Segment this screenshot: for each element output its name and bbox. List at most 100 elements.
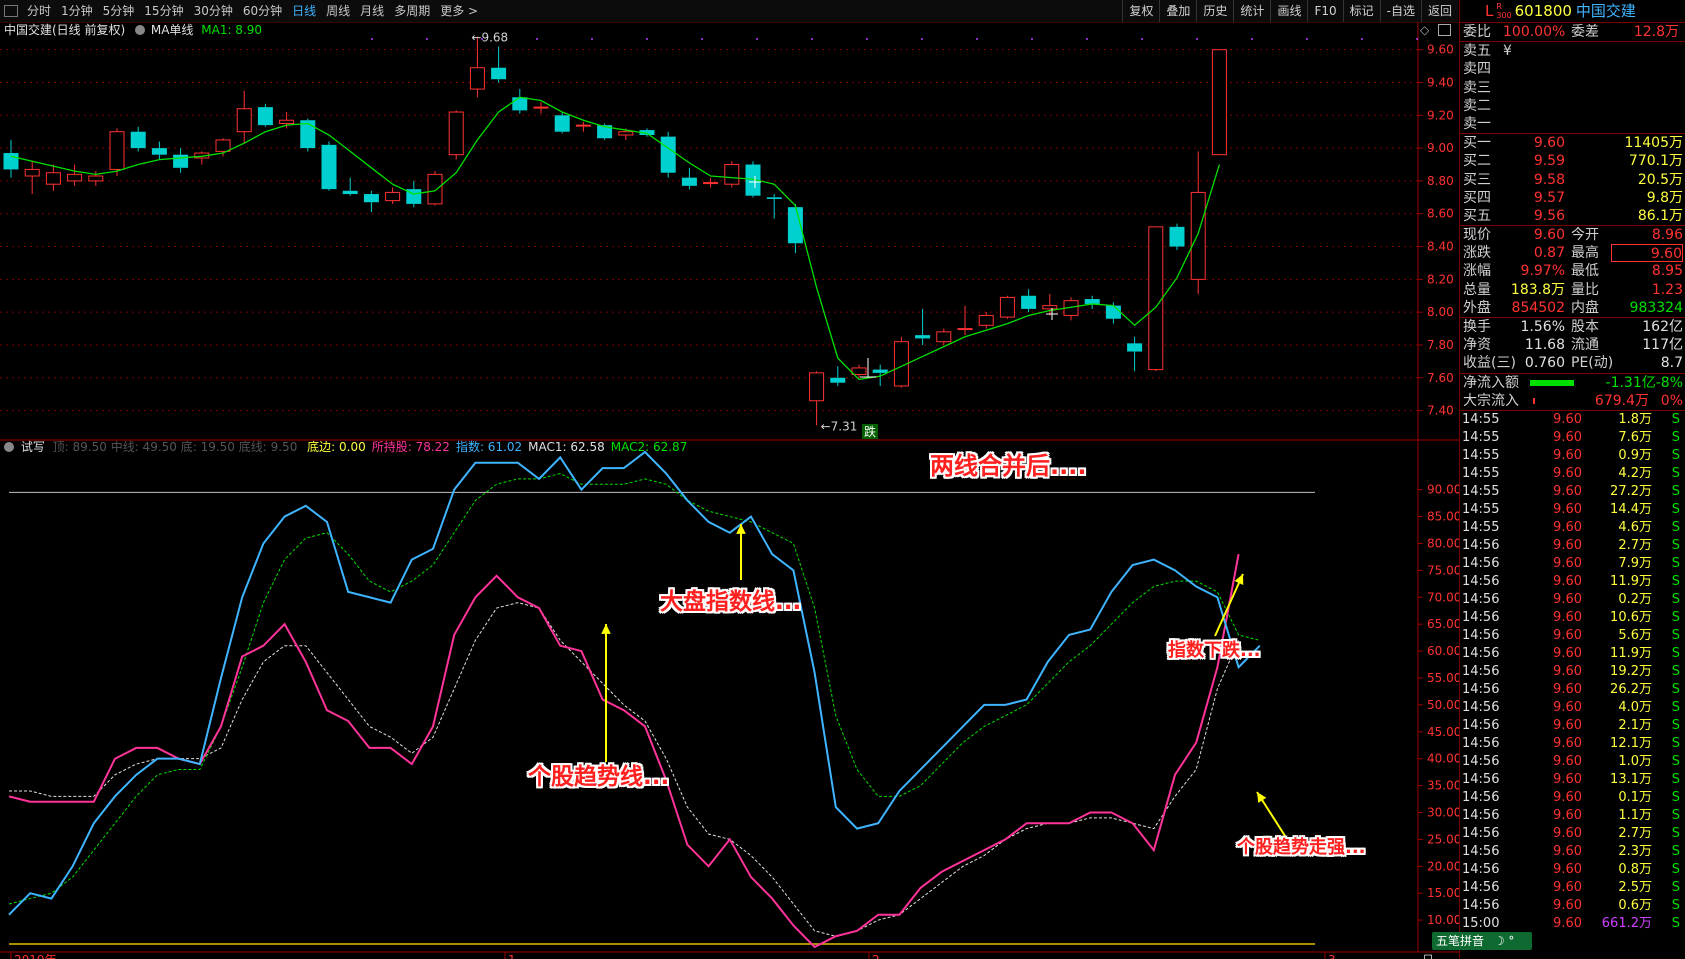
- toolbar-button-8[interactable]: 返回: [1420, 0, 1458, 22]
- period-tab-10[interactable]: 更多 >: [435, 0, 483, 22]
- buy-volume: 9.8万: [1646, 189, 1683, 206]
- tick-price: 9.60: [1553, 465, 1582, 481]
- stat-row: 涨幅 9.97% 最低 8.95: [1460, 262, 1685, 280]
- stat-value: 183.8万: [1510, 281, 1565, 298]
- sell-volume: [1543, 79, 1683, 97]
- stat-label: 内盘: [1571, 299, 1599, 316]
- period-tab-0[interactable]: 分时: [22, 0, 56, 22]
- tick-row: 14:56 9.60 12.1万 S: [1460, 735, 1685, 753]
- period-tab-7[interactable]: 周线: [321, 0, 355, 22]
- toolbar-button-0[interactable]: 复权: [1122, 0, 1159, 22]
- ime-indicator[interactable]: 五笔拼音 ☽ °: [1432, 932, 1532, 950]
- price-tick-label: 7.80: [1427, 338, 1454, 352]
- sell-row: 卖五 ¥: [1460, 42, 1685, 60]
- period-tab-3[interactable]: 15分钟: [139, 0, 188, 22]
- period-tab-9[interactable]: 多周期: [389, 0, 435, 22]
- indicator-tick-label: 35.00: [1427, 779, 1459, 793]
- share-label: PE(动): [1571, 355, 1614, 372]
- tick-price: 9.60: [1553, 915, 1582, 931]
- flow-row: 净流入额 -1.31亿 -8%: [1460, 374, 1685, 392]
- candle: [1211, 49, 1227, 156]
- x-axis-label: 2019年: [14, 953, 57, 959]
- candle: [448, 110, 464, 160]
- sell-volume: [1543, 60, 1683, 78]
- signal-dot: [701, 38, 703, 40]
- buy-label: 买四: [1463, 189, 1491, 206]
- indicator-tick-label: 80.00: [1427, 536, 1459, 550]
- tick-side: S: [1671, 663, 1680, 679]
- candle: [851, 364, 867, 378]
- candle: [1021, 289, 1037, 313]
- period-tab-8[interactable]: 月线: [355, 0, 389, 22]
- price-tick-label: 8.00: [1427, 305, 1454, 319]
- stat-label: 涨跌: [1463, 245, 1491, 262]
- tick-side: S: [1671, 825, 1680, 841]
- candle: [130, 126, 146, 152]
- candle: [703, 177, 719, 188]
- tick-price: 9.60: [1553, 861, 1582, 877]
- buy-volume: 11405万: [1624, 135, 1683, 152]
- annotation-stock-trend: 个股趋势线...: [528, 764, 670, 790]
- tick-price: 9.60: [1553, 429, 1582, 445]
- tick-row: 14:56 9.60 5.6万 S: [1460, 627, 1685, 645]
- stock-name[interactable]: 中国交建: [1576, 0, 1636, 22]
- signal-dot: [1196, 38, 1198, 40]
- tick-volume: 26.2万: [1610, 681, 1652, 697]
- tick-row: 14:56 9.60 11.9万 S: [1460, 645, 1685, 663]
- stat-value: 0.87: [1533, 245, 1565, 262]
- toolbar-button-1[interactable]: 叠加: [1159, 0, 1196, 22]
- indicator-values: 底边: 0.00 所持股: 78.22 指数: 61.02 MAC1: 62.58 MA…: [301, 440, 687, 454]
- indicator-name[interactable]: 试写: [21, 440, 45, 454]
- stat-label: 量比: [1571, 281, 1599, 298]
- tick-volume: 0.6万: [1618, 897, 1652, 913]
- candle: [1063, 297, 1079, 321]
- ma-settings-icon[interactable]: [135, 25, 146, 35]
- candle: [1084, 295, 1100, 309]
- annotation-arrows: [601, 524, 1288, 840]
- tick-list[interactable]: 14:55 9.60 1.8万 S 14:55 9.60 7.6万 S 14:55 9.60 0.9…: [1460, 411, 1685, 933]
- weibi-value: 100.00%: [1503, 24, 1566, 40]
- stat-value: 854502: [1511, 299, 1565, 316]
- period-tab-2[interactable]: 5分钟: [98, 0, 140, 22]
- period-tab-4[interactable]: 30分钟: [189, 0, 238, 22]
- tick-volume: 1.0万: [1618, 753, 1652, 769]
- candle: [660, 131, 676, 178]
- indicator-tick-label: 45.00: [1427, 725, 1459, 739]
- tick-time: 14:56: [1462, 699, 1500, 715]
- toolbar-button-2[interactable]: 历史: [1196, 0, 1233, 22]
- indicator-tick-label: 85.00: [1427, 510, 1459, 524]
- toolbar-button-7[interactable]: -自选: [1379, 0, 1421, 22]
- indicator-settings-icon[interactable]: [4, 442, 14, 452]
- signal-dot: [1141, 38, 1143, 40]
- candle: [597, 123, 613, 140]
- chart-area[interactable]: 9.60 9.40 9.20 9.00 8.80 8.60 8.40 8.20 8.00 7.80…: [0, 22, 1459, 959]
- period-tab-1[interactable]: 1分钟: [56, 0, 98, 22]
- window-toggle-icon[interactable]: [1438, 24, 1451, 36]
- tick-time: 14:56: [1462, 645, 1500, 661]
- tick-price: 9.60: [1553, 537, 1582, 553]
- tick-price: 9.60: [1553, 627, 1582, 643]
- toolbar-button-5[interactable]: F10: [1307, 0, 1342, 22]
- tick-volume: 4.6万: [1618, 519, 1652, 535]
- toolbar-button-4[interactable]: 画线: [1270, 0, 1307, 22]
- stat-value: 9.60: [1611, 244, 1683, 263]
- ma-label[interactable]: MA单线: [151, 23, 194, 37]
- share-value: 0.760: [1524, 355, 1565, 372]
- candle: [893, 336, 909, 388]
- tick-price: 9.60: [1553, 501, 1582, 517]
- menu-toggle-icon[interactable]: [4, 5, 18, 17]
- flow-value: 679.4万: [1594, 392, 1649, 409]
- diamond-icon[interactable]: ◇: [1420, 23, 1429, 37]
- tick-price: 9.60: [1553, 879, 1582, 895]
- stat-value: 8.95: [1651, 263, 1683, 280]
- candle: [24, 161, 40, 195]
- indicator-tick-label: 60.00: [1427, 644, 1459, 658]
- candle: [936, 328, 952, 345]
- period-tab-5[interactable]: 60分钟: [238, 0, 287, 22]
- tick-time: 14:56: [1462, 555, 1500, 571]
- period-tab-6[interactable]: 日线: [287, 0, 321, 22]
- flow-label: 大宗流入: [1463, 392, 1519, 409]
- toolbar-button-3[interactable]: 统计: [1233, 0, 1270, 22]
- share-value: 162亿: [1642, 319, 1683, 335]
- toolbar-button-6[interactable]: 标记: [1342, 0, 1380, 22]
